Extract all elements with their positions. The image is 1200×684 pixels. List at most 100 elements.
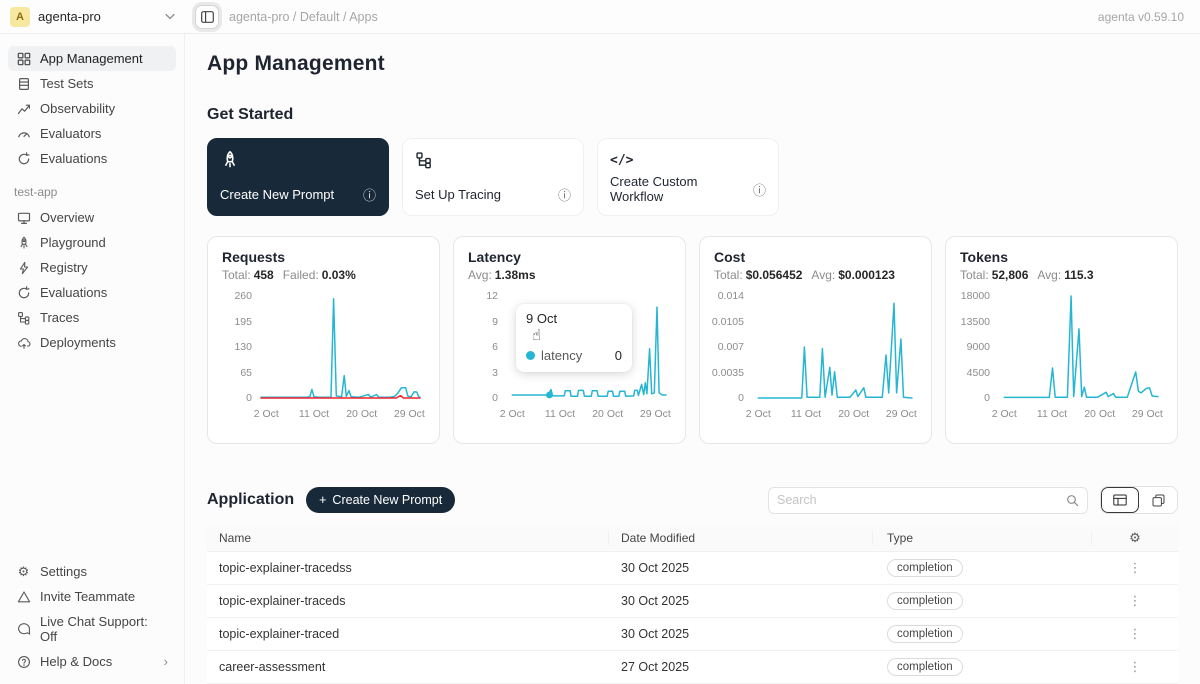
sidebar-item-invite-teammate[interactable]: Invite Teammate — [8, 584, 176, 609]
workspace-name: agenta-pro — [38, 9, 157, 24]
app-name: career-assessment — [207, 660, 609, 674]
sidebar-toggle-button[interactable] — [195, 5, 219, 29]
requests-chart: 2601951306502 Oct11 Oct20 Oct29 Oct — [222, 290, 425, 424]
tracing-icon — [415, 150, 571, 170]
sidebar-item-label: Traces — [40, 310, 79, 325]
tokens-chart-card: Tokens Total:52,806Avg:115.3 18000135009… — [945, 236, 1178, 444]
create-new-prompt-button[interactable]: + Create New Prompt — [306, 487, 455, 513]
create-custom-workflow-card[interactable]: </> Create Custom Workflow ⓘ — [597, 138, 779, 216]
search-icon[interactable] — [1066, 494, 1079, 507]
app-type-badge: completion — [887, 625, 963, 643]
chart-stats: Total:458Failed:0.03% — [222, 268, 425, 282]
lightning-icon — [16, 260, 31, 275]
sidebar-item-settings[interactable]: ⚙ Settings — [8, 559, 176, 584]
page-title: App Management — [207, 52, 1178, 76]
sidebar-item-label: Deployments — [40, 335, 116, 350]
app-type-badge: completion — [887, 559, 963, 577]
cost-chart-card: Cost Total:$0.056452Avg:$0.000123 0.0140… — [699, 236, 932, 444]
tokens-chart: 18000135009000450002 Oct11 Oct20 Oct29 O… — [960, 290, 1163, 424]
chart-tooltip: 9 Oct ☝ latency 0 — [516, 304, 632, 372]
row-menu-button[interactable]: ⋮ — [1129, 626, 1142, 642]
chart-title: Tokens — [960, 249, 1163, 265]
card-label: Create Custom Workflow — [610, 174, 753, 204]
table-settings-gear-icon[interactable]: ⚙ — [1129, 530, 1141, 546]
set-up-tracing-card[interactable]: Set Up Tracing ⓘ — [402, 138, 584, 216]
create-new-prompt-card[interactable]: Create New Prompt ⓘ — [207, 138, 389, 216]
chart-title: Requests — [222, 249, 425, 265]
sidebar-item-app-management[interactable]: App Management — [8, 46, 176, 71]
chart-stats: Avg:1.38ms — [468, 268, 671, 282]
app-date: 27 Oct 2025 — [609, 660, 873, 674]
chevron-down-icon — [165, 13, 175, 20]
sidebar-item-live-chat[interactable]: Live Chat Support: Off — [8, 609, 176, 649]
sidebar-item-evaluations-app[interactable]: Evaluations — [8, 280, 176, 305]
sidebar-item-evaluators[interactable]: Evaluators — [8, 121, 176, 146]
requests-chart-card: Requests Total:458Failed:0.03% 260195130… — [207, 236, 440, 444]
table-header: Name Date Modified Type ⚙ — [207, 524, 1178, 552]
table-view-icon — [1113, 494, 1127, 506]
rocket-icon — [16, 235, 31, 250]
sidebar-item-playground[interactable]: Playground — [8, 230, 176, 255]
sidebar-item-label: Settings — [40, 564, 87, 579]
rocket-icon — [220, 150, 376, 170]
workspace-selector[interactable]: A agenta-pro — [0, 7, 185, 27]
test-sets-icon — [16, 76, 31, 91]
info-icon[interactable]: ⓘ — [753, 180, 766, 199]
card-label: Set Up Tracing — [415, 187, 558, 202]
breadcrumb[interactable]: agenta-pro / Default / Apps — [229, 10, 378, 24]
column-header-date-modified[interactable]: Date Modified — [609, 531, 873, 545]
sidebar-item-label: Live Chat Support: Off — [40, 614, 168, 644]
sidebar: App Management Test Sets Observability E… — [0, 34, 185, 684]
chart-stats: Total:$0.056452Avg:$0.000123 — [714, 268, 917, 282]
legend-dot — [526, 351, 535, 360]
search-input[interactable] — [777, 493, 1066, 507]
latency-chart-card: Latency Avg:1.38ms 9 Oct ☝ latency 0 129… — [453, 236, 686, 444]
cloud-upload-icon — [16, 335, 31, 350]
cursor-hand-icon: ☝ — [532, 326, 541, 344]
table-row[interactable]: topic-explainer-tracedss 30 Oct 2025 com… — [207, 552, 1178, 585]
search-box — [768, 487, 1088, 514]
sidebar-item-traces[interactable]: Traces — [8, 305, 176, 330]
gauge-icon — [16, 126, 31, 141]
card-label: Create New Prompt — [220, 187, 363, 202]
table-row[interactable]: topic-explainer-traceds 30 Oct 2025 comp… — [207, 585, 1178, 618]
main-content: App Management Get Started Create New Pr… — [185, 34, 1200, 684]
app-date: 30 Oct 2025 — [609, 594, 873, 608]
row-menu-button[interactable]: ⋮ — [1129, 659, 1142, 675]
sidebar-item-help-docs[interactable]: Help & Docs › — [8, 649, 176, 674]
tooltip-date: 9 Oct — [526, 311, 622, 326]
topbar: A agenta-pro agenta-pro / Default / Apps… — [0, 0, 1200, 34]
card-view-button[interactable] — [1139, 487, 1177, 513]
workspace-avatar: A — [10, 7, 30, 27]
app-date: 30 Oct 2025 — [609, 561, 873, 575]
sidebar-item-observability[interactable]: Observability — [8, 96, 176, 121]
sidebar-item-label: Help & Docs — [40, 654, 112, 669]
sidebar-item-overview[interactable]: Overview — [8, 205, 176, 230]
app-name: topic-explainer-tracedss — [207, 561, 609, 575]
sidebar-item-evaluations[interactable]: Evaluations — [8, 146, 176, 171]
get-started-heading: Get Started — [207, 106, 1178, 124]
sidebar-item-label: Evaluators — [40, 126, 101, 141]
table-row[interactable]: topic-explainer-traced 30 Oct 2025 compl… — [207, 618, 1178, 651]
info-icon[interactable]: ⓘ — [363, 185, 376, 204]
sidebar-item-label: Overview — [40, 210, 94, 225]
row-menu-button[interactable]: ⋮ — [1129, 593, 1142, 609]
chart-title: Latency — [468, 249, 671, 265]
row-menu-button[interactable]: ⋮ — [1129, 560, 1142, 576]
table-view-button[interactable] — [1101, 487, 1139, 513]
sidebar-item-label: Invite Teammate — [40, 589, 135, 604]
sidebar-item-registry[interactable]: Registry — [8, 255, 176, 280]
card-view-icon — [1152, 494, 1165, 507]
table-row[interactable]: career-assessment 27 Oct 2025 completion… — [207, 651, 1178, 684]
column-header-type[interactable]: Type — [873, 531, 1092, 545]
tooltip-series: latency — [541, 348, 582, 363]
sidebar-section-label: test-app — [8, 171, 176, 205]
info-icon[interactable]: ⓘ — [558, 185, 571, 204]
column-header-name[interactable]: Name — [207, 531, 609, 545]
app-name: topic-explainer-traceds — [207, 594, 609, 608]
chart-line-icon — [16, 101, 31, 116]
sidebar-item-test-sets[interactable]: Test Sets — [8, 71, 176, 96]
sidebar-item-label: Evaluations — [40, 285, 107, 300]
sidebar-item-deployments[interactable]: Deployments — [8, 330, 176, 355]
latency-chart: 9 Oct ☝ latency 0 1296302 Oct11 Oct20 Oc… — [468, 290, 671, 424]
